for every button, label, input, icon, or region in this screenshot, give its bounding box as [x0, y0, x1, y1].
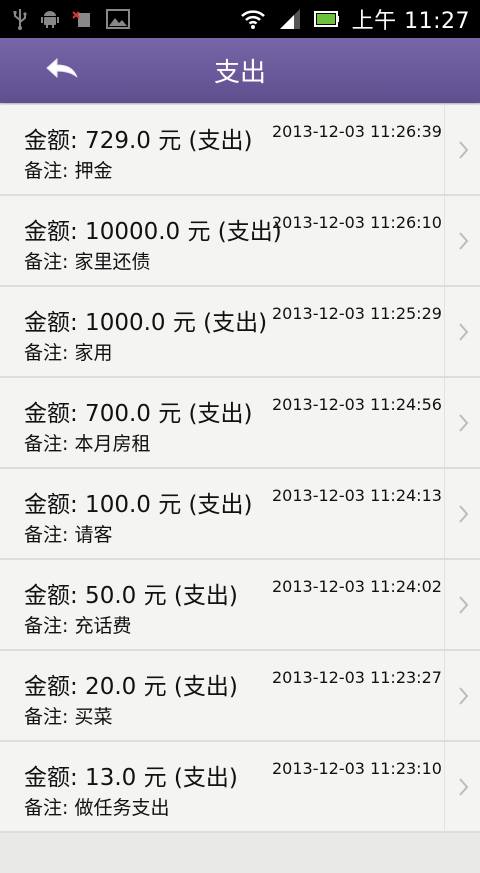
chevron-right-icon — [456, 139, 470, 161]
usb-icon — [12, 8, 28, 30]
list-item[interactable]: 金额: 729.0 元 (支出) 2013-12-03 11:26:39 备注:… — [0, 105, 480, 196]
status-time: 上午 11:27 — [351, 9, 470, 34]
sim-error-icon — [72, 9, 94, 29]
note-text: 备注: 家里还债 — [24, 251, 151, 273]
row-divider — [444, 105, 445, 194]
row-divider — [444, 560, 445, 649]
list-item[interactable]: 金额: 20.0 元 (支出) 2013-12-03 11:23:27 备注: … — [0, 651, 480, 742]
amount-text: 金额: 100.0 元 (支出) — [24, 492, 253, 518]
row-divider — [444, 378, 445, 467]
notification-icons — [12, 8, 130, 30]
amount-text: 金额: 729.0 元 (支出) — [24, 128, 253, 154]
chevron-right-icon — [456, 776, 470, 798]
amount-text: 金额: 1000.0 元 (支出) — [24, 310, 268, 336]
note-text: 备注: 家用 — [24, 342, 113, 364]
wifi-icon — [240, 8, 266, 30]
note-text: 备注: 本月房租 — [24, 433, 151, 455]
amount-text: 金额: 13.0 元 (支出) — [24, 765, 238, 791]
timestamp-text: 2013-12-03 11:25:29 — [272, 304, 442, 323]
chevron-right-icon — [456, 503, 470, 525]
list-item[interactable]: 金额: 100.0 元 (支出) 2013-12-03 11:24:13 备注:… — [0, 469, 480, 560]
list-item[interactable]: 金额: 10000.0 元 (支出) 2013-12-03 11:26:10 备… — [0, 196, 480, 287]
list-item[interactable]: 金额: 1000.0 元 (支出) 2013-12-03 11:25:29 备注… — [0, 287, 480, 378]
title-bar: 支出 — [0, 38, 480, 103]
timestamp-text: 2013-12-03 11:26:39 — [272, 122, 442, 141]
note-text: 备注: 做任务支出 — [24, 797, 170, 819]
status-bar: 上午 11:27 — [0, 0, 480, 38]
list-item[interactable]: 金额: 50.0 元 (支出) 2013-12-03 11:24:02 备注: … — [0, 560, 480, 651]
timestamp-text: 2013-12-03 11:23:10 — [272, 759, 442, 778]
row-divider — [444, 651, 445, 740]
battery-icon — [313, 9, 340, 29]
amount-text: 金额: 50.0 元 (支出) — [24, 583, 238, 609]
amount-text: 金额: 700.0 元 (支出) — [24, 401, 253, 427]
timestamp-text: 2013-12-03 11:24:02 — [272, 577, 442, 596]
row-divider — [444, 469, 445, 558]
row-divider — [444, 196, 445, 285]
note-text: 备注: 请客 — [24, 524, 113, 546]
timestamp-text: 2013-12-03 11:26:10 — [272, 213, 442, 232]
signal-icon — [278, 8, 302, 30]
amount-text: 金额: 10000.0 元 (支出) — [24, 219, 282, 245]
list-item[interactable]: 金额: 13.0 元 (支出) 2013-12-03 11:23:10 备注: … — [0, 742, 480, 833]
image-icon — [106, 9, 130, 29]
row-divider — [444, 742, 445, 831]
back-button[interactable] — [34, 38, 90, 103]
chevron-right-icon — [456, 321, 470, 343]
system-icons: 上午 11:27 — [240, 3, 470, 35]
note-text: 备注: 押金 — [24, 160, 113, 182]
expense-list: 金额: 729.0 元 (支出) 2013-12-03 11:26:39 备注:… — [0, 105, 480, 833]
amount-text: 金额: 20.0 元 (支出) — [24, 674, 238, 700]
timestamp-text: 2013-12-03 11:24:13 — [272, 486, 442, 505]
list-item[interactable]: 金额: 700.0 元 (支出) 2013-12-03 11:24:56 备注:… — [0, 378, 480, 469]
note-text: 备注: 充话费 — [24, 615, 132, 637]
row-divider — [444, 287, 445, 376]
timestamp-text: 2013-12-03 11:23:27 — [272, 668, 442, 687]
back-arrow-icon — [45, 57, 79, 85]
timestamp-text: 2013-12-03 11:24:56 — [272, 395, 442, 414]
chevron-right-icon — [456, 412, 470, 434]
chevron-right-icon — [456, 685, 470, 707]
note-text: 备注: 买菜 — [24, 706, 113, 728]
list-footer-space — [0, 833, 480, 873]
page-title: 支出 — [213, 58, 266, 88]
android-debug-icon — [40, 9, 60, 29]
chevron-right-icon — [456, 594, 470, 616]
chevron-right-icon — [456, 230, 470, 252]
